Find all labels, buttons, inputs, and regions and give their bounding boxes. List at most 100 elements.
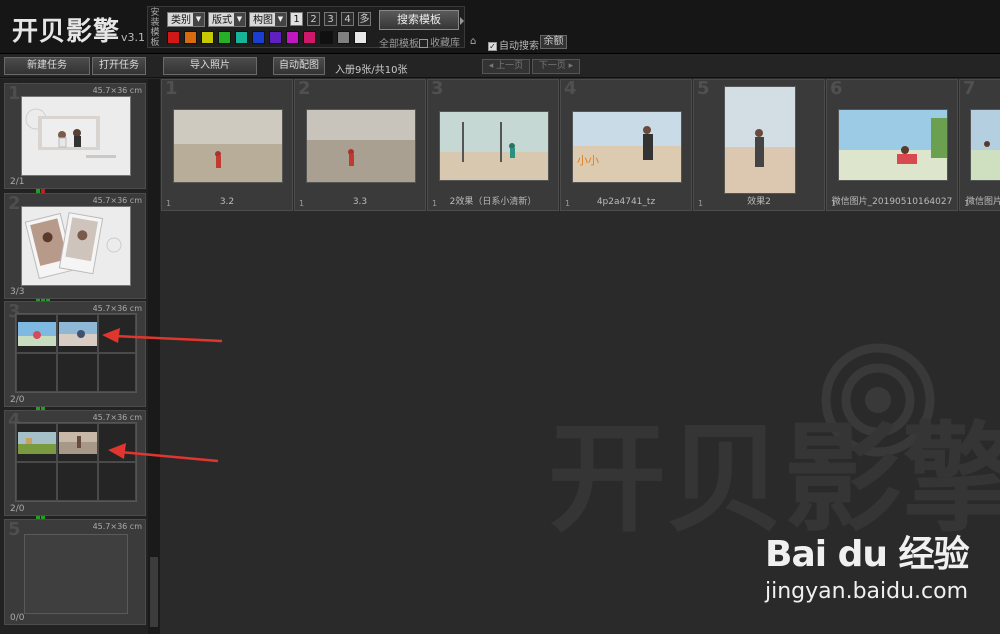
composition-dropdown-label: 构图 <box>253 15 273 26</box>
scrollbar-thumb[interactable] <box>150 557 158 627</box>
color-swatch[interactable] <box>201 31 214 44</box>
chevron-down-icon: ▼ <box>234 13 245 26</box>
expand-arrow-icon[interactable] <box>460 17 464 25</box>
task-card-3[interactable]: 3 45.7×36 cm 2/0 <box>4 301 146 412</box>
favorites-checkbox[interactable]: 收藏库 <box>419 34 460 49</box>
open-task-button[interactable]: 打开任务 <box>92 57 146 75</box>
checkbox-icon <box>419 38 428 48</box>
photo-slot[interactable] <box>57 353 98 392</box>
photo-name: 3.2 <box>219 197 235 207</box>
album-page-preview <box>21 206 131 286</box>
color-swatch[interactable] <box>354 31 367 44</box>
category-dropdown-label: 类别 <box>171 15 191 26</box>
task-size: 45.7×36 cm <box>92 522 142 531</box>
color-swatch[interactable] <box>269 31 282 44</box>
photo-slot[interactable] <box>16 353 57 392</box>
photo-image <box>306 109 416 183</box>
task-card-1[interactable]: 1 45.7×36 cm 2/1 <box>4 83 146 194</box>
photo-thumb-6[interactable]: 6 1 微信图片_20190510164027 <box>826 78 958 211</box>
task-size: 45.7×36 cm <box>92 196 142 205</box>
album-page-preview <box>21 96 131 176</box>
auto-search-checkbox[interactable]: ✓ 自动搜索 <box>488 37 539 52</box>
task-size: 45.7×36 cm <box>92 86 142 95</box>
photo-thumb-7[interactable]: 7 1 微信图片 <box>959 78 1000 211</box>
photo-thumb-2[interactable]: 2 1 3.3 <box>294 78 426 211</box>
photo-slot[interactable] <box>57 314 98 353</box>
watermark-logo-text: 开贝影擎 <box>548 410 1000 540</box>
page-count-1-button[interactable]: 1 <box>290 12 303 26</box>
page-count-2-button[interactable]: 2 <box>307 12 320 26</box>
color-swatch[interactable] <box>167 31 180 44</box>
checkbox-checked-icon: ✓ <box>488 41 497 51</box>
photo-strip: 1 1 3.2 2 1 3.3 3 1 2效果（日系小清新） 4 小小 1 4p… <box>161 78 1000 212</box>
thumb-number: 1 <box>165 78 178 99</box>
task-card-5[interactable]: 5 45.7×36 cm 0/0 <box>4 519 146 625</box>
next-page-button[interactable]: 下一页 ▸ <box>532 59 580 74</box>
color-swatch[interactable] <box>303 31 316 44</box>
photo-slot[interactable] <box>98 462 136 501</box>
color-swatch[interactable] <box>184 31 197 44</box>
blank-page-preview <box>24 534 128 614</box>
thumb-number: 2 <box>298 78 311 99</box>
page-count-3-button[interactable]: 3 <box>324 12 337 26</box>
photo-slot[interactable] <box>16 423 57 462</box>
favorites-label: 收藏库 <box>430 38 460 49</box>
prev-page-button[interactable]: ◂ 上一页 <box>482 59 530 74</box>
auto-match-button[interactable]: 自动配图 <box>273 57 325 75</box>
photo-slot[interactable] <box>57 462 98 501</box>
photo-slot[interactable] <box>98 353 136 392</box>
task-size: 45.7×36 cm <box>92 413 142 422</box>
album-info: 入册9张/共10张 <box>335 65 408 76</box>
all-templates-label: 全部模板 <box>379 39 419 50</box>
status-dots <box>36 289 51 304</box>
photo-thumb-4[interactable]: 4 小小 1 4p2a4741_tz <box>560 78 692 211</box>
svg-text:小小: 小小 <box>577 154 599 167</box>
home-icon[interactable]: ⌂ <box>470 37 480 47</box>
task-count: 2/0 <box>10 504 25 514</box>
photo-image <box>439 111 549 181</box>
photo-name: 效果2 <box>747 197 771 207</box>
annotation-arrow <box>108 443 219 463</box>
color-swatch[interactable] <box>235 31 248 44</box>
photo-slot[interactable] <box>16 314 57 353</box>
composition-dropdown[interactable]: 构图 ▼ <box>249 12 287 27</box>
app-window: 开贝影擎 v3.1 安装模板 类别 ▼ 版式 ▼ 构图 ▼ 1 2 3 4 多 搜索模… <box>0 0 1000 634</box>
task-size: 45.7×36 cm <box>92 304 142 313</box>
photo-thumb-1[interactable]: 1 1 3.2 <box>161 78 293 211</box>
photo-image <box>724 86 796 194</box>
color-swatch[interactable] <box>320 31 333 44</box>
color-swatch[interactable] <box>286 31 299 44</box>
color-swatch[interactable] <box>218 31 231 44</box>
annotation-arrow <box>102 328 223 343</box>
status-dots <box>36 397 46 412</box>
task-count: 3/3 <box>10 287 25 297</box>
chevron-down-icon: ▼ <box>193 13 204 26</box>
baidu-logo-text: Bai du 经验 <box>765 534 970 575</box>
page-count-4-button[interactable]: 4 <box>341 12 354 26</box>
search-templates-button[interactable]: 搜索模板 <box>379 10 459 30</box>
sidebar-scrollbar[interactable] <box>148 79 160 634</box>
status-dots <box>36 506 46 521</box>
page-count-multi-button[interactable]: 多 <box>358 12 371 26</box>
photo-name: 3.3 <box>352 197 368 207</box>
task-card-2[interactable]: 2 45.7×36 cm 3/3 <box>4 193 146 304</box>
photo-thumb-5[interactable]: 5 1 效果2 <box>693 78 825 211</box>
photo-image <box>838 109 948 181</box>
color-swatch[interactable] <box>252 31 265 44</box>
auto-search-label: 自动搜索 <box>499 41 539 52</box>
layout-dropdown[interactable]: 版式 ▼ <box>208 12 246 27</box>
category-dropdown[interactable]: 类别 ▼ <box>167 12 205 27</box>
balance-button[interactable]: 余额 <box>540 35 567 49</box>
photo-image <box>970 109 1000 181</box>
photo-thumb-3[interactable]: 3 1 2效果（日系小清新） <box>427 78 559 211</box>
photo-slot[interactable] <box>57 423 98 462</box>
thumb-number: 3 <box>431 78 444 99</box>
photo-name: 微信图片 <box>966 197 1000 207</box>
page-layout-image <box>22 97 130 175</box>
photo-slot[interactable] <box>16 462 57 501</box>
new-task-button[interactable]: 新建任务 <box>4 57 90 75</box>
app-watermark-logo: 开贝影擎 <box>548 343 1000 540</box>
import-photos-button[interactable]: 导入照片 <box>163 57 257 75</box>
all-templates-option[interactable]: 全部模板 <box>379 35 419 50</box>
color-swatch[interactable] <box>337 31 350 44</box>
